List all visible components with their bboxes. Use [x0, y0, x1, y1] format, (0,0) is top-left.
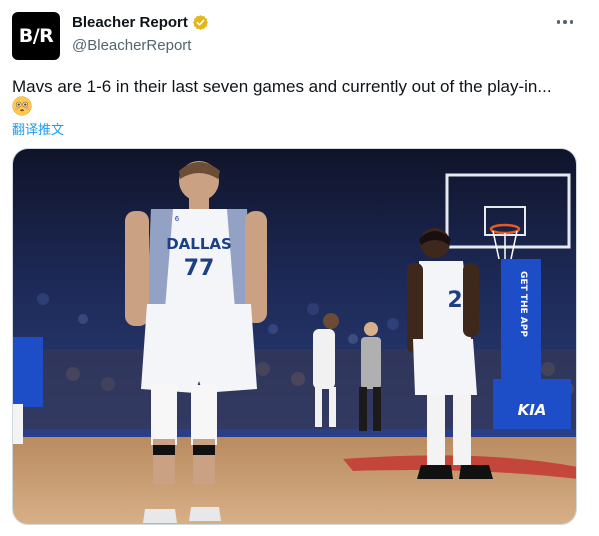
tweet-text: Mavs are 1-6 in their last seven games a… — [12, 77, 552, 96]
more-options-icon[interactable] — [551, 10, 579, 34]
tweet-photo[interactable]: GET THE APP KIA DALLAS 77 6 2 — [12, 148, 577, 525]
display-name[interactable]: Bleacher Report — [72, 14, 188, 31]
handle[interactable]: @BleacherReport — [72, 37, 191, 54]
basketball-photo: GET THE APP KIA DALLAS 77 6 2 — [13, 149, 576, 524]
translate-tweet-link[interactable]: 翻译推文 — [12, 119, 64, 138]
jersey-number-left: 77 — [184, 256, 215, 281]
stanchion-text: GET THE APP — [518, 271, 528, 337]
avatar[interactable]: B/R — [12, 12, 60, 60]
name-row: Bleacher Report — [72, 14, 209, 31]
jersey-team-text: DALLAS — [166, 235, 232, 253]
sponsor-text: KIA — [518, 401, 547, 419]
verified-badge-icon — [192, 15, 208, 30]
jersey-number-right: 2 — [447, 288, 462, 313]
flushed-face-emoji-icon — [12, 96, 32, 116]
jersey-badge: 6 — [175, 215, 180, 223]
avatar-logo-text: B/R — [18, 25, 54, 47]
